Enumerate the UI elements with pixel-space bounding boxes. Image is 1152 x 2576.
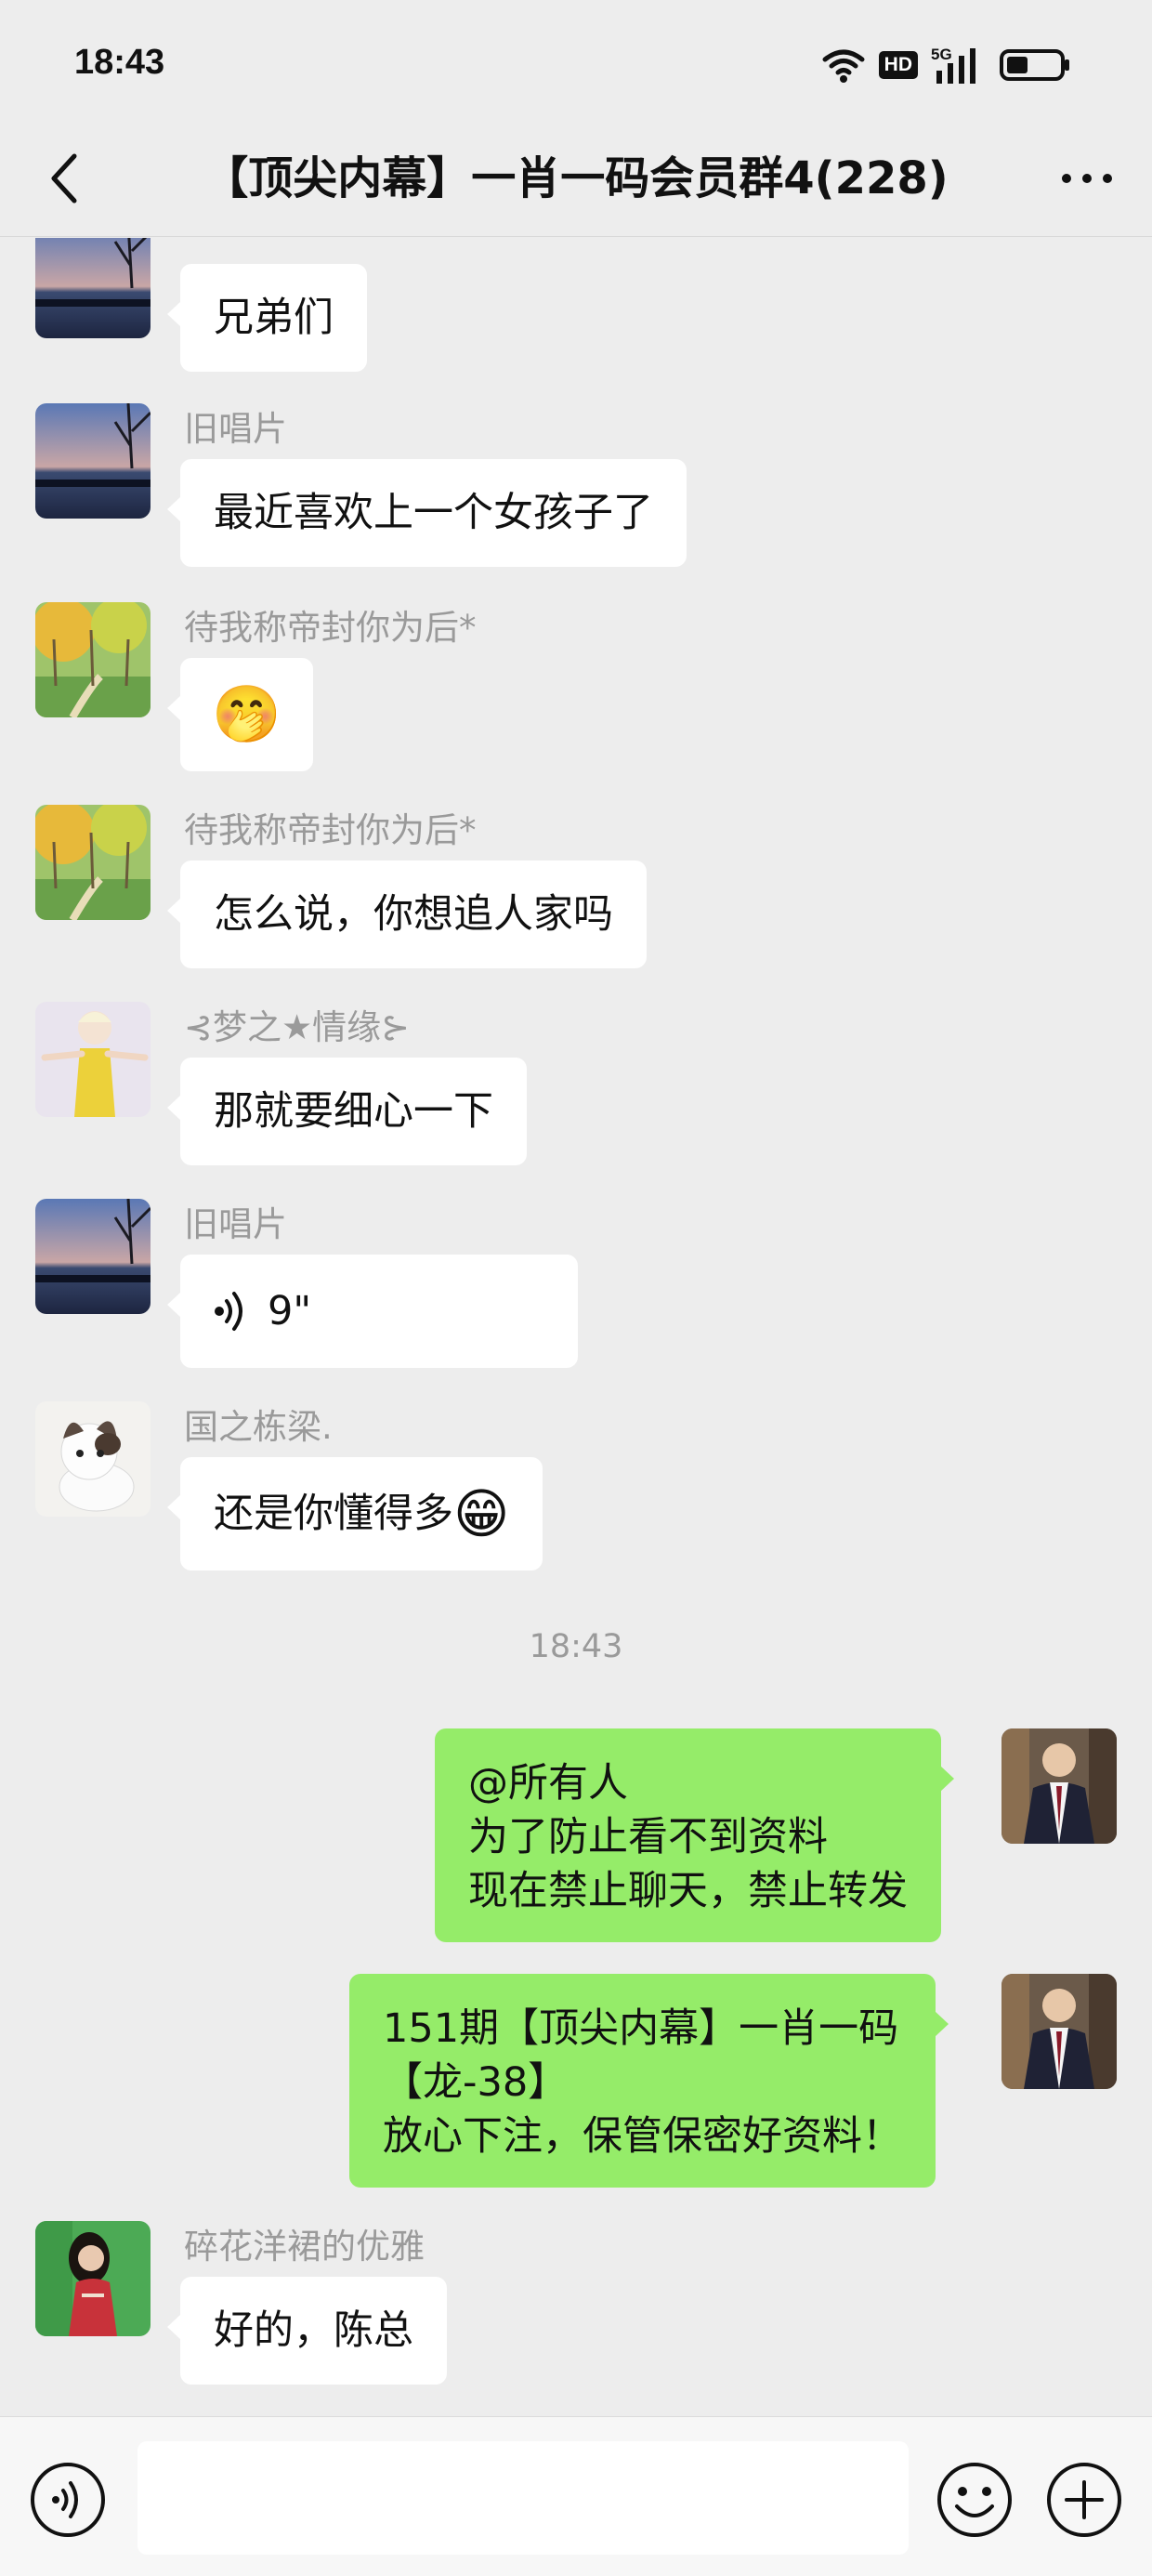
message-text: 怎么说，你想追人家吗	[214, 891, 613, 938]
chat-message-list[interactable]: 兄弟们 旧唱片 最近喜欢上一个女孩子了 待我称帝封你为后* 🤭 待我称帝封你为后…	[0, 238, 1152, 2415]
sender-name: 待我称帝封你为后*	[184, 810, 477, 850]
wifi-icon	[822, 49, 865, 83]
battery-icon	[1000, 49, 1069, 81]
message-text-input[interactable]	[137, 2441, 909, 2555]
plus-icon	[1047, 2463, 1121, 2537]
message-bubble[interactable]: 怎么说，你想追人家吗	[167, 861, 647, 968]
sender-name: 旧唱片	[184, 1204, 287, 1244]
message-text: 兄弟们	[214, 295, 334, 341]
message-bubble[interactable]: 那就要细心一下	[167, 1058, 527, 1165]
autumn-trees-avatar[interactable]	[35, 805, 151, 920]
twilight-lake-avatar[interactable]	[35, 403, 151, 519]
emoji-grin-icon: 😁	[453, 1482, 510, 1545]
timestamp: 18:43	[529, 1628, 623, 1665]
message-bubble[interactable]: 🤭	[167, 658, 313, 771]
sender-name: 待我称帝封你为后*	[184, 608, 477, 648]
message-text: 还是你懂得多	[214, 1491, 453, 1537]
message-line: 【龙-38】	[383, 2059, 569, 2106]
message-text: 那就要细心一下	[214, 1088, 493, 1135]
hd-badge: HD	[878, 51, 918, 79]
sender-name: 碎花洋裙的优雅	[184, 2227, 425, 2267]
more-functions-button[interactable]	[1044, 2460, 1124, 2540]
message-bubble-self[interactable]: 151期【顶尖内幕】一肖一码 【龙-38】 放心下注，保管保密好资料！	[349, 1974, 949, 2188]
sender-name: 旧唱片	[184, 409, 287, 449]
voice-wave-icon	[215, 1292, 242, 1331]
signal-5g-icon: 5G	[931, 46, 975, 84]
status-time: 18:43	[74, 43, 165, 82]
status-icons: HD 5G	[821, 41, 1072, 89]
message-text: 好的，陈总	[214, 2307, 413, 2354]
message-line: 为了防止看不到资料	[468, 1814, 828, 1860]
more-options-button[interactable]	[1041, 141, 1133, 216]
girl-red-dress-avatar[interactable]	[35, 2221, 151, 2336]
message-text: 最近喜欢上一个女孩子了	[214, 490, 653, 536]
message-bubble[interactable]: 最近喜欢上一个女孩子了	[167, 459, 687, 567]
message-line: 放心下注，保管保密好资料！	[383, 2113, 902, 2160]
message-line: 现在禁止聊天，禁止转发	[468, 1868, 908, 1914]
businessman-avatar[interactable]	[1001, 1728, 1117, 1844]
kitten-avatar[interactable]	[35, 1401, 151, 1517]
sender-name: ⊰梦之★情缘⊱	[184, 1007, 411, 1047]
svg-text:5G: 5G	[931, 46, 952, 63]
twilight-lake-avatar[interactable]	[35, 1199, 151, 1314]
status-bar: 18:43 HD 5G	[0, 0, 1152, 121]
voice-message-bubble[interactable]: 9"	[167, 1255, 578, 1368]
message-bubble[interactable]: 好的，陈总	[167, 2277, 447, 2385]
message-bubble[interactable]: 兄弟们	[167, 264, 367, 372]
emoji-hand-over-mouth-icon: 🤭	[212, 682, 281, 747]
child-in-yellow-avatar[interactable]	[35, 1002, 151, 1117]
more-dots-icon	[1062, 174, 1112, 183]
message-line: 151期【顶尖内幕】一肖一码	[383, 2005, 899, 2052]
voice-mode-icon	[31, 2463, 105, 2537]
autumn-trees-avatar[interactable]	[35, 602, 151, 717]
voice-duration: 9"	[268, 1288, 312, 1334]
message-bubble-self[interactable]: @所有人 为了防止看不到资料 现在禁止聊天，禁止转发	[435, 1728, 954, 1942]
voice-input-button[interactable]	[28, 2460, 108, 2540]
message-input-bar	[0, 2416, 1152, 2576]
chat-title: 【顶尖内幕】一肖一码会员群4(228)	[203, 152, 949, 204]
emoji-button[interactable]	[935, 2460, 1015, 2540]
message-line: @所有人	[468, 1760, 628, 1807]
smiley-icon	[937, 2463, 1012, 2537]
sender-name: 国之栋梁.	[184, 1407, 333, 1447]
twilight-lake-avatar[interactable]	[35, 238, 151, 338]
message-bubble[interactable]: 还是你懂得多 😁	[166, 1457, 543, 1571]
chat-header: 【顶尖内幕】一肖一码会员群4(228)	[0, 121, 1152, 237]
businessman-avatar[interactable]	[1001, 1974, 1117, 2089]
